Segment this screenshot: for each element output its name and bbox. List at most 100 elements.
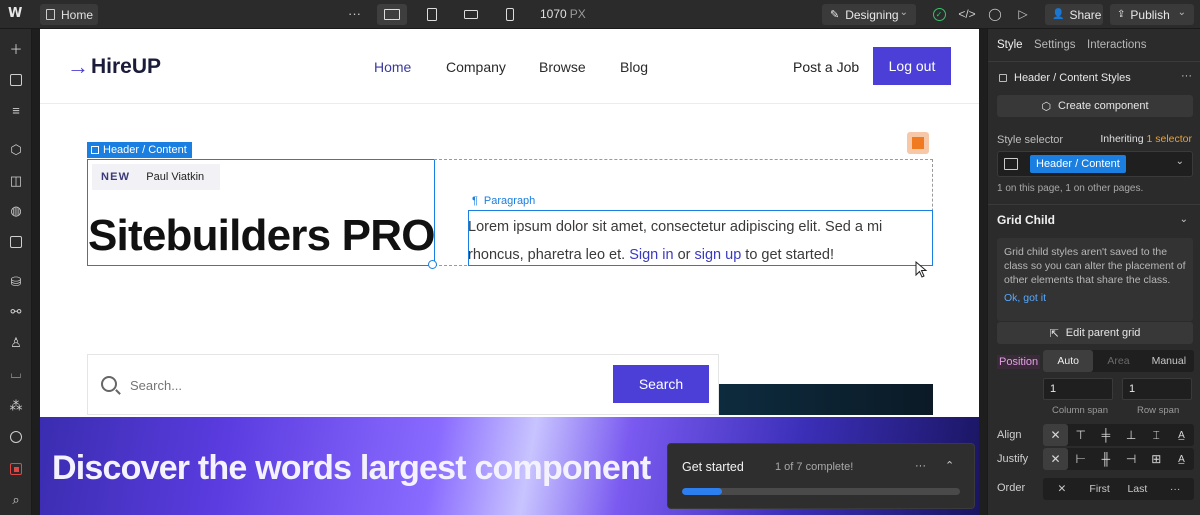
more-options-button[interactable]: ··· [1181, 70, 1192, 82]
element-styles-label: Header / Content Styles [1014, 72, 1131, 84]
share-button[interactable]: 👤 Share [1045, 4, 1103, 25]
paragraph-line-1: Lorem ipsum dolor sit amet, consectetur … [468, 219, 883, 235]
pages-icon[interactable] [7, 71, 25, 89]
search-icon[interactable]: ⌕ [7, 491, 25, 509]
justify-controls: ✕ ⊢ ╫ ⊣ ⊞ A̲ [1043, 448, 1194, 470]
users-icon[interactable]: ♙ [7, 334, 25, 352]
get-started-more-button[interactable]: ··· [915, 460, 926, 472]
order-last-button[interactable]: Last [1119, 478, 1157, 500]
create-component-button[interactable]: ⬡ Create component [997, 95, 1193, 117]
align-none-icon[interactable]: ✕ [1043, 424, 1069, 446]
grid-edit-icon[interactable] [907, 132, 929, 154]
justify-stretch-icon[interactable]: ⊞ [1144, 448, 1169, 470]
logic-icon[interactable]: ⚯ [7, 303, 25, 321]
status-check-icon[interactable]: ✓ [930, 5, 948, 23]
order-more-button[interactable]: ··· [1156, 478, 1194, 500]
page-icon [46, 9, 55, 20]
nav-link-home[interactable]: Home [374, 59, 411, 75]
variables-icon[interactable]: ◍ [7, 202, 25, 220]
row-span-input[interactable]: 1 [1122, 378, 1192, 400]
align-controls: ✕ ⊤ ╪ ⊥ ⌶ A̲ [1043, 424, 1194, 446]
add-icon[interactable]: ＋ [7, 39, 25, 57]
sign-in-link[interactable]: Sign in [629, 247, 673, 263]
tablet-breakpoint-button[interactable] [417, 4, 447, 25]
justify-baseline-icon[interactable]: A̲ [1169, 448, 1194, 470]
align-label: Align [997, 429, 1022, 441]
progress-bar-fill [682, 488, 722, 495]
code-icon[interactable]: </> [958, 5, 976, 23]
align-center-icon[interactable]: ╪ [1093, 424, 1118, 446]
chevron-up-icon[interactable]: ⌃ [945, 459, 954, 472]
audit-icon[interactable] [7, 460, 25, 478]
justify-start-icon[interactable]: ⊢ [1068, 448, 1093, 470]
search-button[interactable]: Search [613, 365, 709, 403]
components-icon[interactable]: ⬡ [7, 141, 25, 159]
position-manual[interactable]: Manual [1144, 350, 1194, 372]
banner-text: Discover the words largest component [52, 449, 651, 487]
justify-none-icon[interactable]: ✕ [1043, 448, 1069, 470]
class-chip[interactable]: Header / Content [1030, 155, 1126, 173]
assets-icon[interactable] [7, 233, 25, 251]
inheriting-label: Inheriting [1100, 133, 1144, 145]
publish-button[interactable]: ⇪ Publish ⌄ [1110, 4, 1194, 25]
align-baseline-icon[interactable]: A̲ [1169, 424, 1194, 446]
badge-author: Paul Viatkin [146, 171, 205, 183]
element-styles-title: Header / Content Styles [999, 72, 1131, 84]
order-none-button[interactable]: ✕ [1043, 478, 1081, 500]
navigator-icon[interactable]: ≡ [7, 101, 25, 119]
mode-dropdown[interactable]: ✎ Designing ⌄ [822, 4, 916, 25]
tab-interactions[interactable]: Interactions [1087, 39, 1146, 51]
nav-link-company[interactable]: Company [446, 59, 506, 75]
edit-parent-grid-label: Edit parent grid [1065, 327, 1141, 339]
panel-tabs: Style Settings Interactions [988, 29, 1200, 62]
hero-title[interactable]: Sitebuilders PRO [88, 211, 435, 261]
align-end-icon[interactable]: ⊥ [1119, 424, 1144, 446]
align-start-icon[interactable]: ⊤ [1068, 424, 1093, 446]
get-started-card[interactable]: Get started 1 of 7 complete! ··· ⌃ [667, 443, 975, 509]
canvas-width-unit: PX [569, 7, 586, 21]
resize-handle[interactable] [428, 260, 437, 269]
order-first-button[interactable]: First [1081, 478, 1119, 500]
nav-link-browse[interactable]: Browse [539, 59, 586, 75]
justify-center-icon[interactable]: ╫ [1093, 448, 1118, 470]
selection-label[interactable]: Header / Content [87, 142, 192, 158]
help-icon[interactable] [7, 428, 25, 446]
cms-icon[interactable]: ⛁ [7, 273, 25, 291]
edit-parent-grid-button[interactable]: ⇱ Edit parent grid [997, 322, 1193, 344]
style-selector-field[interactable]: Header / Content ⌄ [997, 151, 1193, 177]
desktop-breakpoint-button[interactable] [377, 4, 407, 25]
sign-up-link[interactable]: sign up [695, 247, 742, 263]
webflow-logo-icon[interactable]: W [8, 6, 26, 24]
justify-end-icon[interactable]: ⊣ [1119, 448, 1144, 470]
position-auto[interactable]: Auto [1043, 350, 1094, 372]
post-a-job-link[interactable]: Post a Job [793, 59, 859, 75]
page-selector[interactable]: Home [40, 4, 98, 25]
nav-link-blog[interactable]: Blog [620, 59, 648, 75]
hero-paragraph[interactable]: Lorem ipsum dolor sit amet, consectetur … [468, 213, 930, 269]
site-logo[interactable]: → HireUP [67, 54, 161, 80]
arrow-up-left-icon: ⇱ [1049, 327, 1059, 340]
inheriting-info[interactable]: Inheriting 1 selector [1100, 133, 1192, 145]
search-input[interactable] [130, 375, 600, 395]
more-breakpoints-button[interactable]: ··· [348, 6, 361, 21]
ok-got-it-link[interactable]: Ok, got it [1004, 291, 1186, 305]
grid-child-heading[interactable]: Grid Child [997, 213, 1055, 227]
page-name: Home [61, 7, 94, 22]
tab-settings[interactable]: Settings [1034, 39, 1076, 51]
apps-icon[interactable]: ⁂ [7, 397, 25, 415]
chevron-down-icon[interactable]: ⌄ [1176, 156, 1184, 167]
mobile-portrait-breakpoint-button[interactable] [495, 4, 525, 25]
log-out-button[interactable]: Log out [873, 47, 951, 85]
style-guide-icon[interactable]: ◫ [7, 172, 25, 190]
comments-icon[interactable]: ◯ [986, 5, 1004, 23]
chevron-down-icon[interactable]: ⌄ [1180, 214, 1188, 225]
align-stretch-icon[interactable]: ⌶ [1144, 424, 1169, 446]
justify-label: Justify [997, 453, 1029, 465]
column-span-input[interactable]: 1 [1043, 378, 1113, 400]
preview-play-icon[interactable]: ▷ [1014, 5, 1032, 23]
tab-style[interactable]: Style [997, 39, 1023, 51]
mode-label: Designing [845, 7, 899, 22]
position-area[interactable]: Area [1093, 350, 1143, 372]
ecommerce-icon[interactable]: ⌴ [7, 365, 25, 383]
mobile-landscape-breakpoint-button[interactable] [456, 4, 486, 25]
